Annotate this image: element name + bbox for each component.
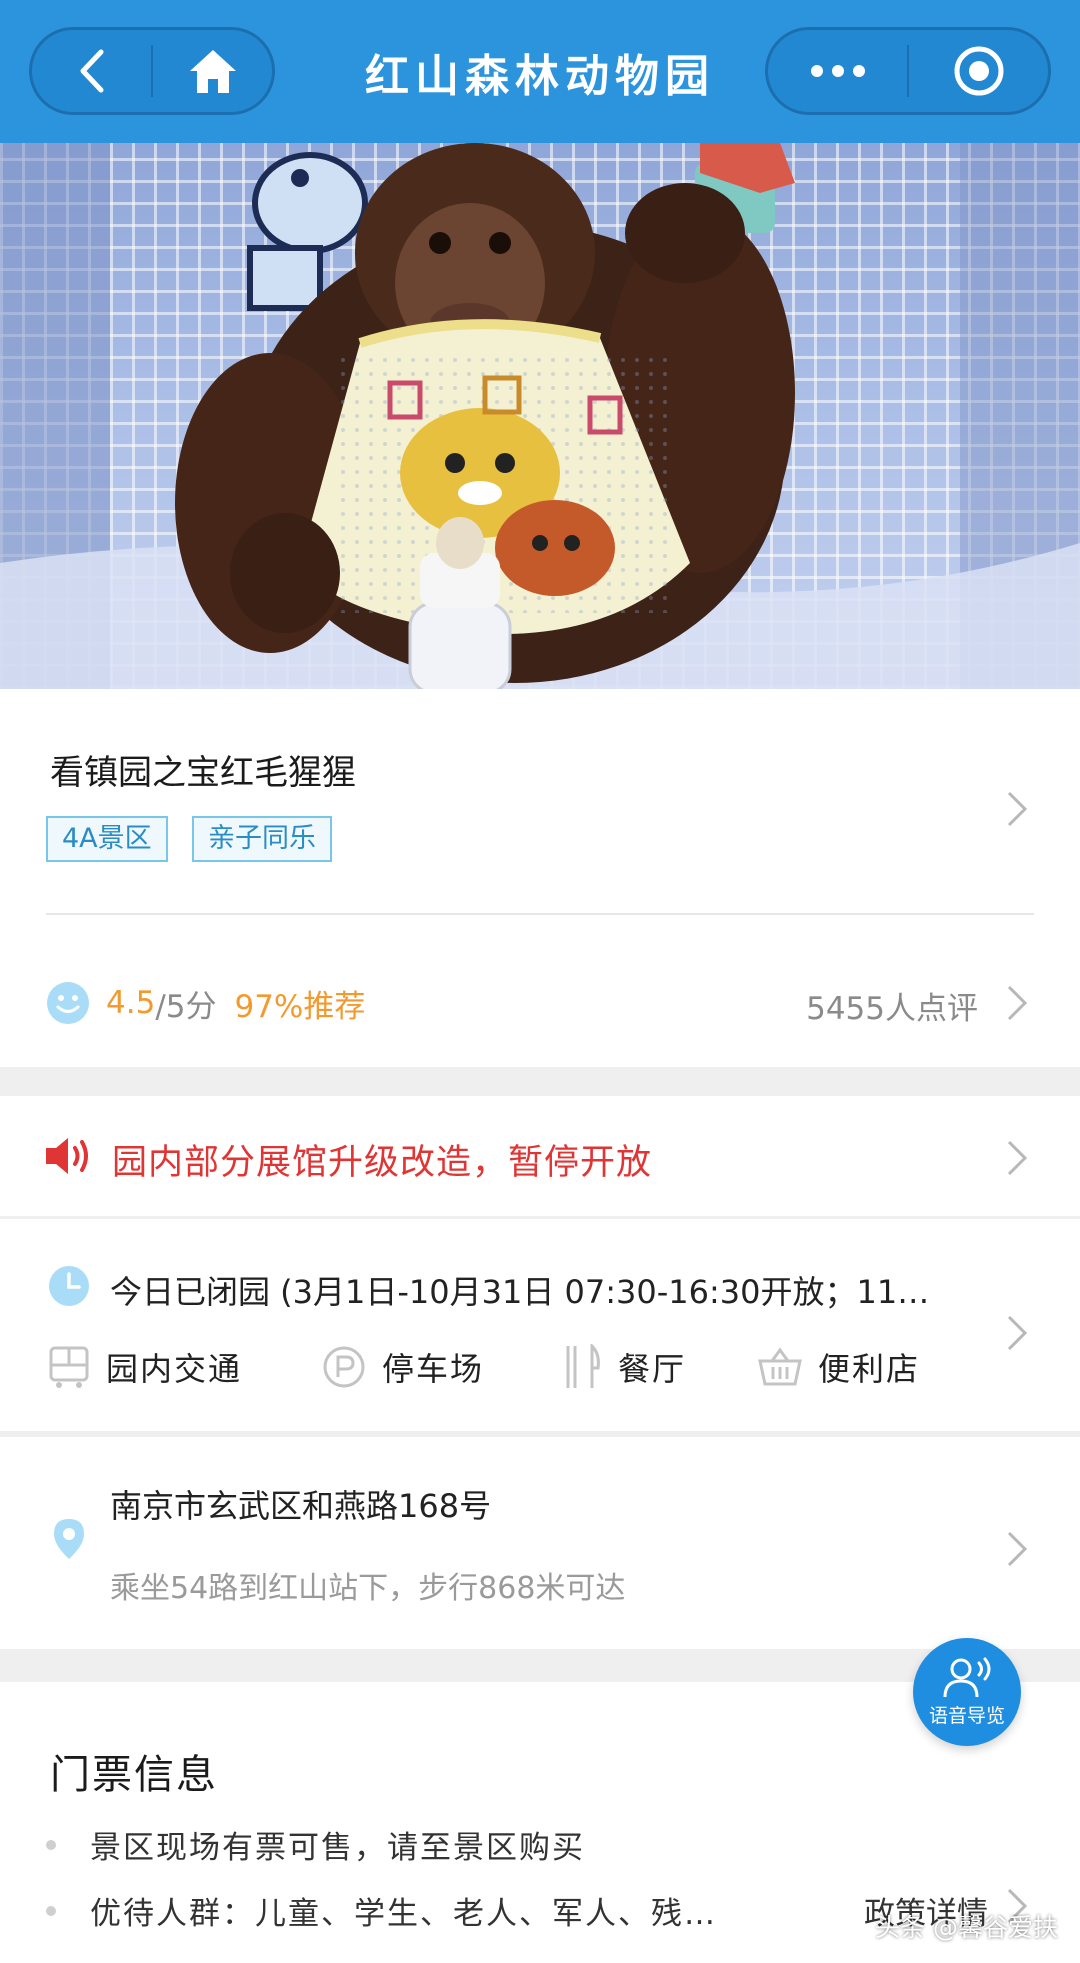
transit-directions: 乘坐54路到红山站下，步行868米可达 [110, 1571, 626, 1606]
list-item: 优待人群：儿童、学生、老人、军人、残… [46, 1888, 717, 1933]
rating-row[interactable]: 4.5 /5分 97%推荐 [46, 975, 365, 1031]
list-item: 景区现场有票可售，请至景区购买 [46, 1822, 585, 1867]
facility-restaurant[interactable]: 餐厅 [562, 1337, 686, 1397]
facility-transport[interactable]: 园内交通 [48, 1337, 242, 1397]
close-miniprogram-button[interactable] [909, 30, 1048, 112]
parking-icon [323, 1346, 365, 1388]
bullet [46, 1905, 56, 1916]
smile-icon [47, 982, 89, 1024]
facility-label: 餐厅 [618, 1350, 687, 1388]
location-pin-icon [54, 1519, 84, 1559]
restaurant-icon [566, 1344, 600, 1388]
menu-capsule [765, 27, 1051, 115]
clock-icon [49, 1266, 89, 1306]
tag-4a: 4A景区 [46, 816, 168, 862]
target-icon [954, 46, 1003, 96]
voice-guide-icon [943, 1657, 991, 1697]
chevron-right-icon [1007, 1315, 1028, 1351]
recommend-rate: 97%推荐 [234, 988, 366, 1025]
overview-card: 看镇园之宝红毛猩猩 4A景区 亲子同乐 4.5 /5分 97%推荐 5455人点… [0, 689, 1080, 1067]
rating-max: /5分 [155, 988, 217, 1025]
basket-icon [758, 1347, 802, 1386]
rating-score: 4.5 [106, 985, 156, 1021]
highlight-title[interactable]: 看镇园之宝红毛猩猩 [50, 745, 356, 794]
ticket-note: 优待人群：儿童、学生、老人、军人、残… [90, 1896, 717, 1932]
notice-card[interactable]: 园内部分展馆升级改造，暂停开放 [0, 1096, 1080, 1216]
ticket-note: 景区现场有票可售，请至景区购买 [90, 1830, 585, 1866]
watermark: 头条 @馨谷爱扶 [875, 1913, 1058, 1942]
tag-family: 亲子同乐 [192, 816, 332, 862]
address-line: 南京市玄武区和燕路168号 [110, 1487, 492, 1525]
facility-store[interactable]: 便利店 [758, 1337, 920, 1397]
orangutan-photo [0, 143, 1080, 689]
more-dots-icon [810, 65, 865, 77]
facility-label: 园内交通 [106, 1350, 243, 1388]
voice-guide-label: 语音导览 [928, 1704, 1005, 1727]
bus-icon [49, 1346, 89, 1388]
review-count[interactable]: 5455人点评 [806, 983, 978, 1028]
chevron-right-icon [1007, 1140, 1028, 1176]
notice-text: 园内部分展馆升级改造，暂停开放 [112, 1143, 653, 1183]
speaker-icon [46, 1138, 88, 1174]
page: 红山森林动物园 看镇园之宝红毛猩猩 4A景区 亲子同乐 4.5 /5分 97%推… [0, 0, 1080, 1963]
chevron-right-icon[interactable] [1004, 789, 1030, 829]
opening-hours: 今日已闭园 (3月1日-10月31日 07:30-16:30开放；11… [110, 1273, 930, 1311]
hours-card[interactable]: 今日已闭园 (3月1日-10月31日 07:30-16:30开放；11… 园内交… [0, 1219, 1080, 1431]
facility-parking[interactable]: 停车场 [322, 1337, 484, 1397]
facility-label: 停车场 [382, 1350, 485, 1388]
hero-photo[interactable] [0, 143, 1080, 689]
more-button[interactable] [768, 30, 907, 112]
address-card[interactable]: 南京市玄武区和燕路168号 乘坐54路到红山站下，步行868米可达 [0, 1437, 1080, 1649]
bullet [46, 1839, 56, 1850]
divider [46, 913, 1034, 915]
facility-label: 便利店 [818, 1350, 921, 1388]
chevron-right-icon [1007, 1531, 1028, 1567]
header-bar: 红山森林动物园 [0, 0, 1080, 143]
voice-guide-button[interactable]: 语音导览 [913, 1638, 1021, 1746]
section-title: 门票信息 [50, 1752, 218, 1798]
chevron-right-icon[interactable] [1004, 983, 1030, 1023]
